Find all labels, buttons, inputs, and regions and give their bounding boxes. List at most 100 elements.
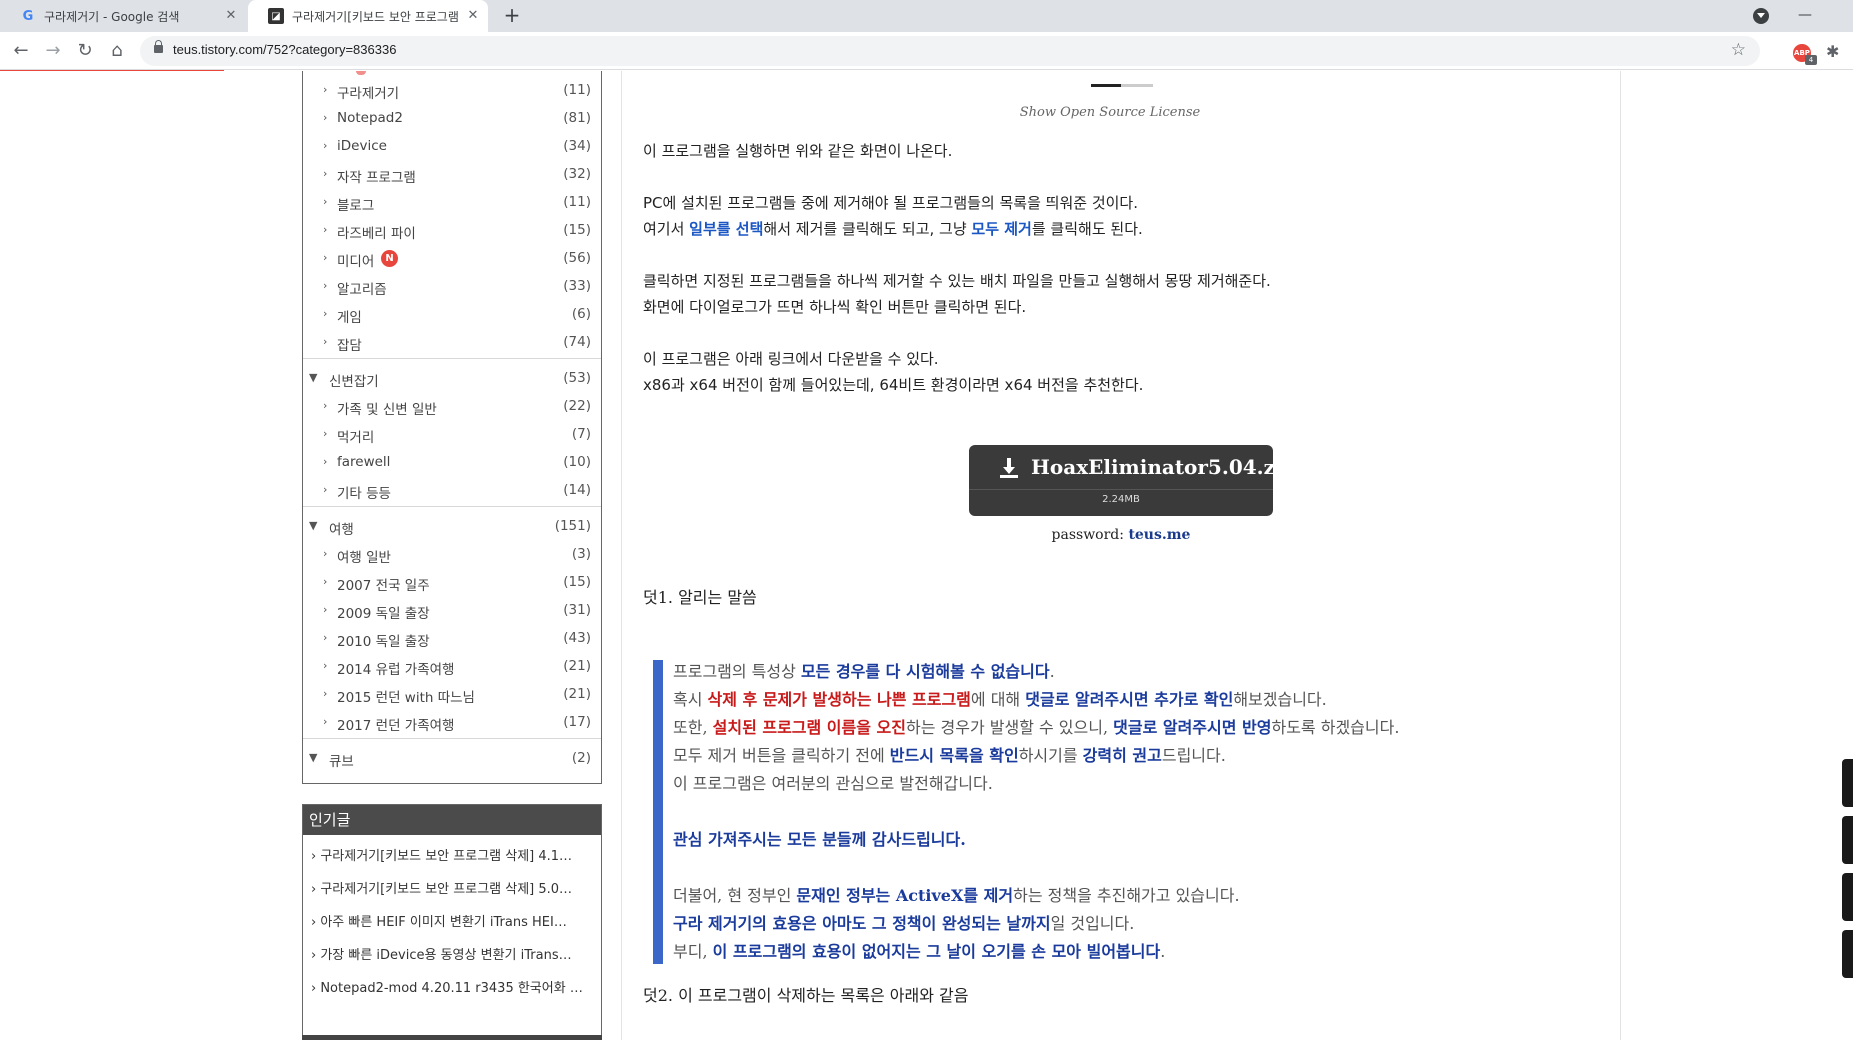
category-list: › 구라제거기 (11) › Notepad2 (81) › iDevice (34) › 자작 프… <box>302 71 602 784</box>
category-item[interactable]: › 잡담 (74) <box>303 328 601 356</box>
chevron-right-icon: › <box>323 223 328 236</box>
emphasis-text: 댓글로 알려주시면 추가로 확인 <box>1025 690 1234 709</box>
slider-indicator[interactable] <box>1121 84 1153 87</box>
category-item[interactable]: ▼ 신변잡기 (53) <box>303 364 601 392</box>
category-item[interactable]: › 2014 유럽 가족여행 (21) <box>303 652 601 680</box>
password-label: password: <box>1051 527 1129 543</box>
bookmark-star-icon[interactable]: ☆ <box>1731 40 1746 60</box>
text: 드립니다. <box>1161 746 1226 765</box>
reload-icon[interactable]: ↻ <box>73 39 97 63</box>
category-label: 미디어 <box>337 254 375 270</box>
text: 에 대해 <box>970 690 1026 709</box>
category-item[interactable]: › 블로그 (11) <box>303 188 601 216</box>
floating-side-button[interactable] <box>1842 759 1853 807</box>
text: 하도록 하겠습니다. <box>1271 718 1400 737</box>
category-item[interactable]: › 2010 독일 출장 (43) <box>303 624 601 652</box>
slider-indicator-active[interactable] <box>1091 84 1121 87</box>
category-item[interactable]: › 먹거리 (7) <box>303 420 601 448</box>
minimize-icon[interactable]: — <box>1790 0 1820 32</box>
category-item[interactable]: ▼ 큐브 (2) <box>303 744 601 772</box>
emphasis-text: 강력히 권고 <box>1082 746 1162 765</box>
category-item[interactable]: › 가족 및 신변 일반 (22) <box>303 392 601 420</box>
url-text[interactable]: teus.tistory.com/752?category=836336 <box>173 42 396 57</box>
emphasis-text: 댓글로 알려주시면 반영 <box>1113 718 1272 737</box>
chevron-right-icon: › <box>323 139 328 152</box>
category-item[interactable]: › Notepad2 (81) <box>303 104 601 132</box>
category-item[interactable]: › 알고리즘 (33) <box>303 272 601 300</box>
category-label: 기타 등등 <box>337 486 391 502</box>
category-item[interactable]: ▼ 여행 (151) <box>303 512 601 540</box>
tab-search-icon[interactable] <box>1753 8 1769 24</box>
category-separator <box>303 358 601 359</box>
category-label: 블로그 <box>337 198 375 214</box>
extensions-puzzle-icon[interactable]: ✱ <box>1826 42 1839 61</box>
tab-google-search[interactable]: G 구라제거기 - Google 검색 ✕ <box>0 0 246 32</box>
download-size: 2.24MB <box>1102 494 1140 505</box>
popular-item[interactable]: › 아주 빠른 HEIF 이미지 변환기 iTrans HEI… <box>311 911 593 930</box>
category-count: (32) <box>563 166 591 182</box>
popular-item[interactable]: › Notepad2-mod 4.20.11 r3435 한국어화 … <box>311 977 593 996</box>
chevron-right-icon: › <box>323 167 328 180</box>
text: 하시기를 <box>1018 746 1083 765</box>
category-item[interactable]: › 2009 독일 출장 (31) <box>303 596 601 624</box>
address-bar[interactable]: teus.tistory.com/752?category=836336 ☆ <box>140 36 1760 66</box>
notice-line: 부디, 이 프로그램의 효용이 없어지는 그 날이 오기를 손 모아 빌어봅니다… <box>673 942 1166 961</box>
password-line: password: teus.me <box>969 527 1273 543</box>
category-item[interactable]: › 미디어 N (56) <box>303 244 601 272</box>
popular-item[interactable]: › 구라제거기[키보드 보안 프로그램 삭제] 5.0… <box>311 878 593 897</box>
category-item[interactable]: › 게임 (6) <box>303 300 601 328</box>
chevron-right-icon: › <box>323 427 328 440</box>
warning-text: 설치된 프로그램 이름을 오진 <box>712 718 906 737</box>
forward-arrow-icon[interactable]: → <box>41 39 65 63</box>
caret-down-icon: ▼ <box>309 371 318 384</box>
category-count: (74) <box>563 334 591 350</box>
chevron-right-icon: › <box>323 659 328 672</box>
category-item[interactable]: › 2017 런던 가족여행 (17) <box>303 708 601 736</box>
floating-side-button[interactable] <box>1842 930 1853 978</box>
category-item[interactable]: › 구라제거기 (11) <box>303 76 601 104</box>
popular-item[interactable]: › 구라제거기[키보드 보안 프로그램 삭제] 4.1… <box>311 845 593 864</box>
tab-blog-post[interactable]: ◪ 구라제거기[키보드 보안 프로그램 ✕ <box>248 0 488 32</box>
lock-icon[interactable] <box>154 40 163 53</box>
back-arrow-icon[interactable]: ← <box>9 39 33 63</box>
close-icon[interactable]: ✕ <box>466 9 480 23</box>
category-count: (43) <box>563 630 591 646</box>
category-item[interactable]: › 2007 전국 일주 (15) <box>303 568 601 596</box>
category-label: 큐브 <box>329 754 354 770</box>
close-icon[interactable]: ✕ <box>224 9 238 23</box>
password-value: teus.me <box>1128 527 1191 543</box>
popular-item[interactable]: › 가장 빠른 iDevice용 동영상 변환기 iTrans… <box>311 944 593 963</box>
chevron-right-icon: › <box>323 399 328 412</box>
category-count: (6) <box>571 306 591 322</box>
notice-line: 또한, 설치된 프로그램 이름을 오진하는 경우가 발생할 수 있으니, 댓글로… <box>673 714 1399 742</box>
category-item[interactable]: › 라즈베리 파이 (15) <box>303 216 601 244</box>
paragraph: 이 프로그램은 아래 링크에서 다운받을 수 있다. <box>643 350 939 368</box>
category-count: (56) <box>563 250 591 266</box>
extension-badge: 4 <box>1805 55 1817 65</box>
category-count: (21) <box>563 658 591 674</box>
floating-side-button[interactable] <box>1842 816 1853 864</box>
download-filename: HoaxEliminator5.04.zip <box>1031 455 1297 479</box>
category-label: 여행 <box>329 522 354 538</box>
divider <box>969 489 1273 490</box>
category-item[interactable]: › farewell (10) <box>303 448 601 476</box>
emphasis-text: 모든 경우를 다 시험해볼 수 없습니다 <box>800 662 1050 681</box>
chevron-right-icon: › <box>323 307 328 320</box>
browser-toolbar: ← → ↻ ⌂ teus.tistory.com/752?category=83… <box>0 32 1853 70</box>
new-tab-button[interactable]: + <box>500 4 524 28</box>
category-count: (3) <box>571 546 591 562</box>
category-item[interactable]: › iDevice (34) <box>303 132 601 160</box>
home-icon[interactable]: ⌂ <box>105 39 129 63</box>
category-item[interactable]: › 2015 런던 with 따느님 (21) <box>303 680 601 708</box>
category-count: (81) <box>563 110 591 126</box>
section-heading: 덧1. 알리는 말씀 <box>643 588 757 607</box>
category-label: 가족 및 신변 일반 <box>337 402 437 418</box>
category-item[interactable]: › 여행 일반 (3) <box>303 540 601 568</box>
category-item[interactable]: › 자작 프로그램 (32) <box>303 160 601 188</box>
download-button[interactable]: HoaxEliminator5.04.zip 2.24MB <box>969 445 1297 516</box>
category-item[interactable]: › 기타 등등 (14) <box>303 476 601 504</box>
category-label: 여행 일반 <box>337 550 391 566</box>
notice-line: 더불어, 현 정부인 문재인 정부는 ActiveX를 제거하는 정책을 추진해… <box>673 882 1240 910</box>
floating-side-button[interactable] <box>1842 873 1853 921</box>
chevron-right-icon: › <box>323 687 328 700</box>
